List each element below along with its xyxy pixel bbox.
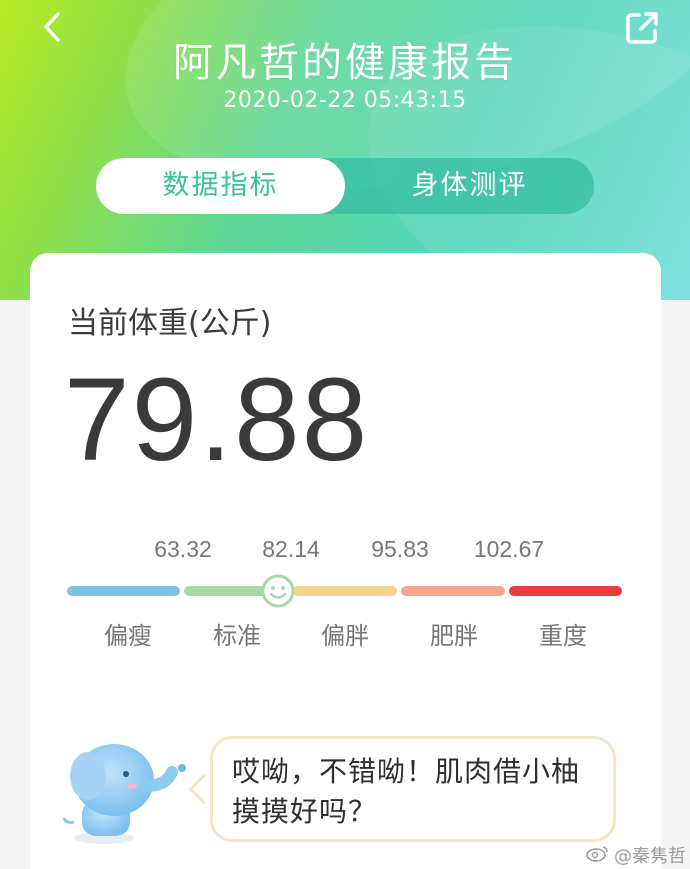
page-title: 阿凡哲的健康报告 bbox=[173, 40, 517, 86]
category-label: 肥胖 bbox=[430, 622, 478, 650]
weight-value: 79.88 bbox=[64, 354, 370, 486]
weibo-icon bbox=[586, 844, 610, 867]
scale-segment-obese bbox=[401, 586, 505, 596]
category-label: 重度 bbox=[539, 622, 587, 650]
tab-body-assessment[interactable]: 身体测评 bbox=[345, 158, 594, 214]
threshold-label: 63.32 bbox=[154, 536, 212, 562]
category-label: 偏胖 bbox=[321, 622, 369, 650]
elephant-mascot bbox=[54, 738, 204, 848]
category-label: 偏瘦 bbox=[104, 622, 152, 650]
weight-label: 当前体重(公斤) bbox=[68, 306, 272, 341]
mascot-message: 哎呦，不错呦！肌肉借小柚摸摸好吗？ bbox=[232, 755, 581, 828]
scale-segment-overweight bbox=[293, 586, 397, 596]
threshold-label: 82.14 bbox=[262, 536, 320, 562]
tab-data-indicators[interactable]: 数据指标 bbox=[96, 158, 345, 214]
tab-bar: 数据指标 身体测评 bbox=[96, 158, 594, 214]
watermark: @秦隽哲 bbox=[586, 842, 686, 868]
watermark-text: @秦隽哲 bbox=[614, 846, 686, 867]
category-label: 标准 bbox=[213, 622, 261, 650]
threshold-label: 95.83 bbox=[371, 536, 429, 562]
scale-segment-underweight bbox=[67, 586, 180, 596]
threshold-label: 102.67 bbox=[473, 536, 545, 562]
scale-segment-severe bbox=[509, 586, 622, 596]
smiley-icon bbox=[261, 574, 295, 608]
report-timestamp: 2020-02-22 05:43:15 bbox=[223, 88, 467, 113]
